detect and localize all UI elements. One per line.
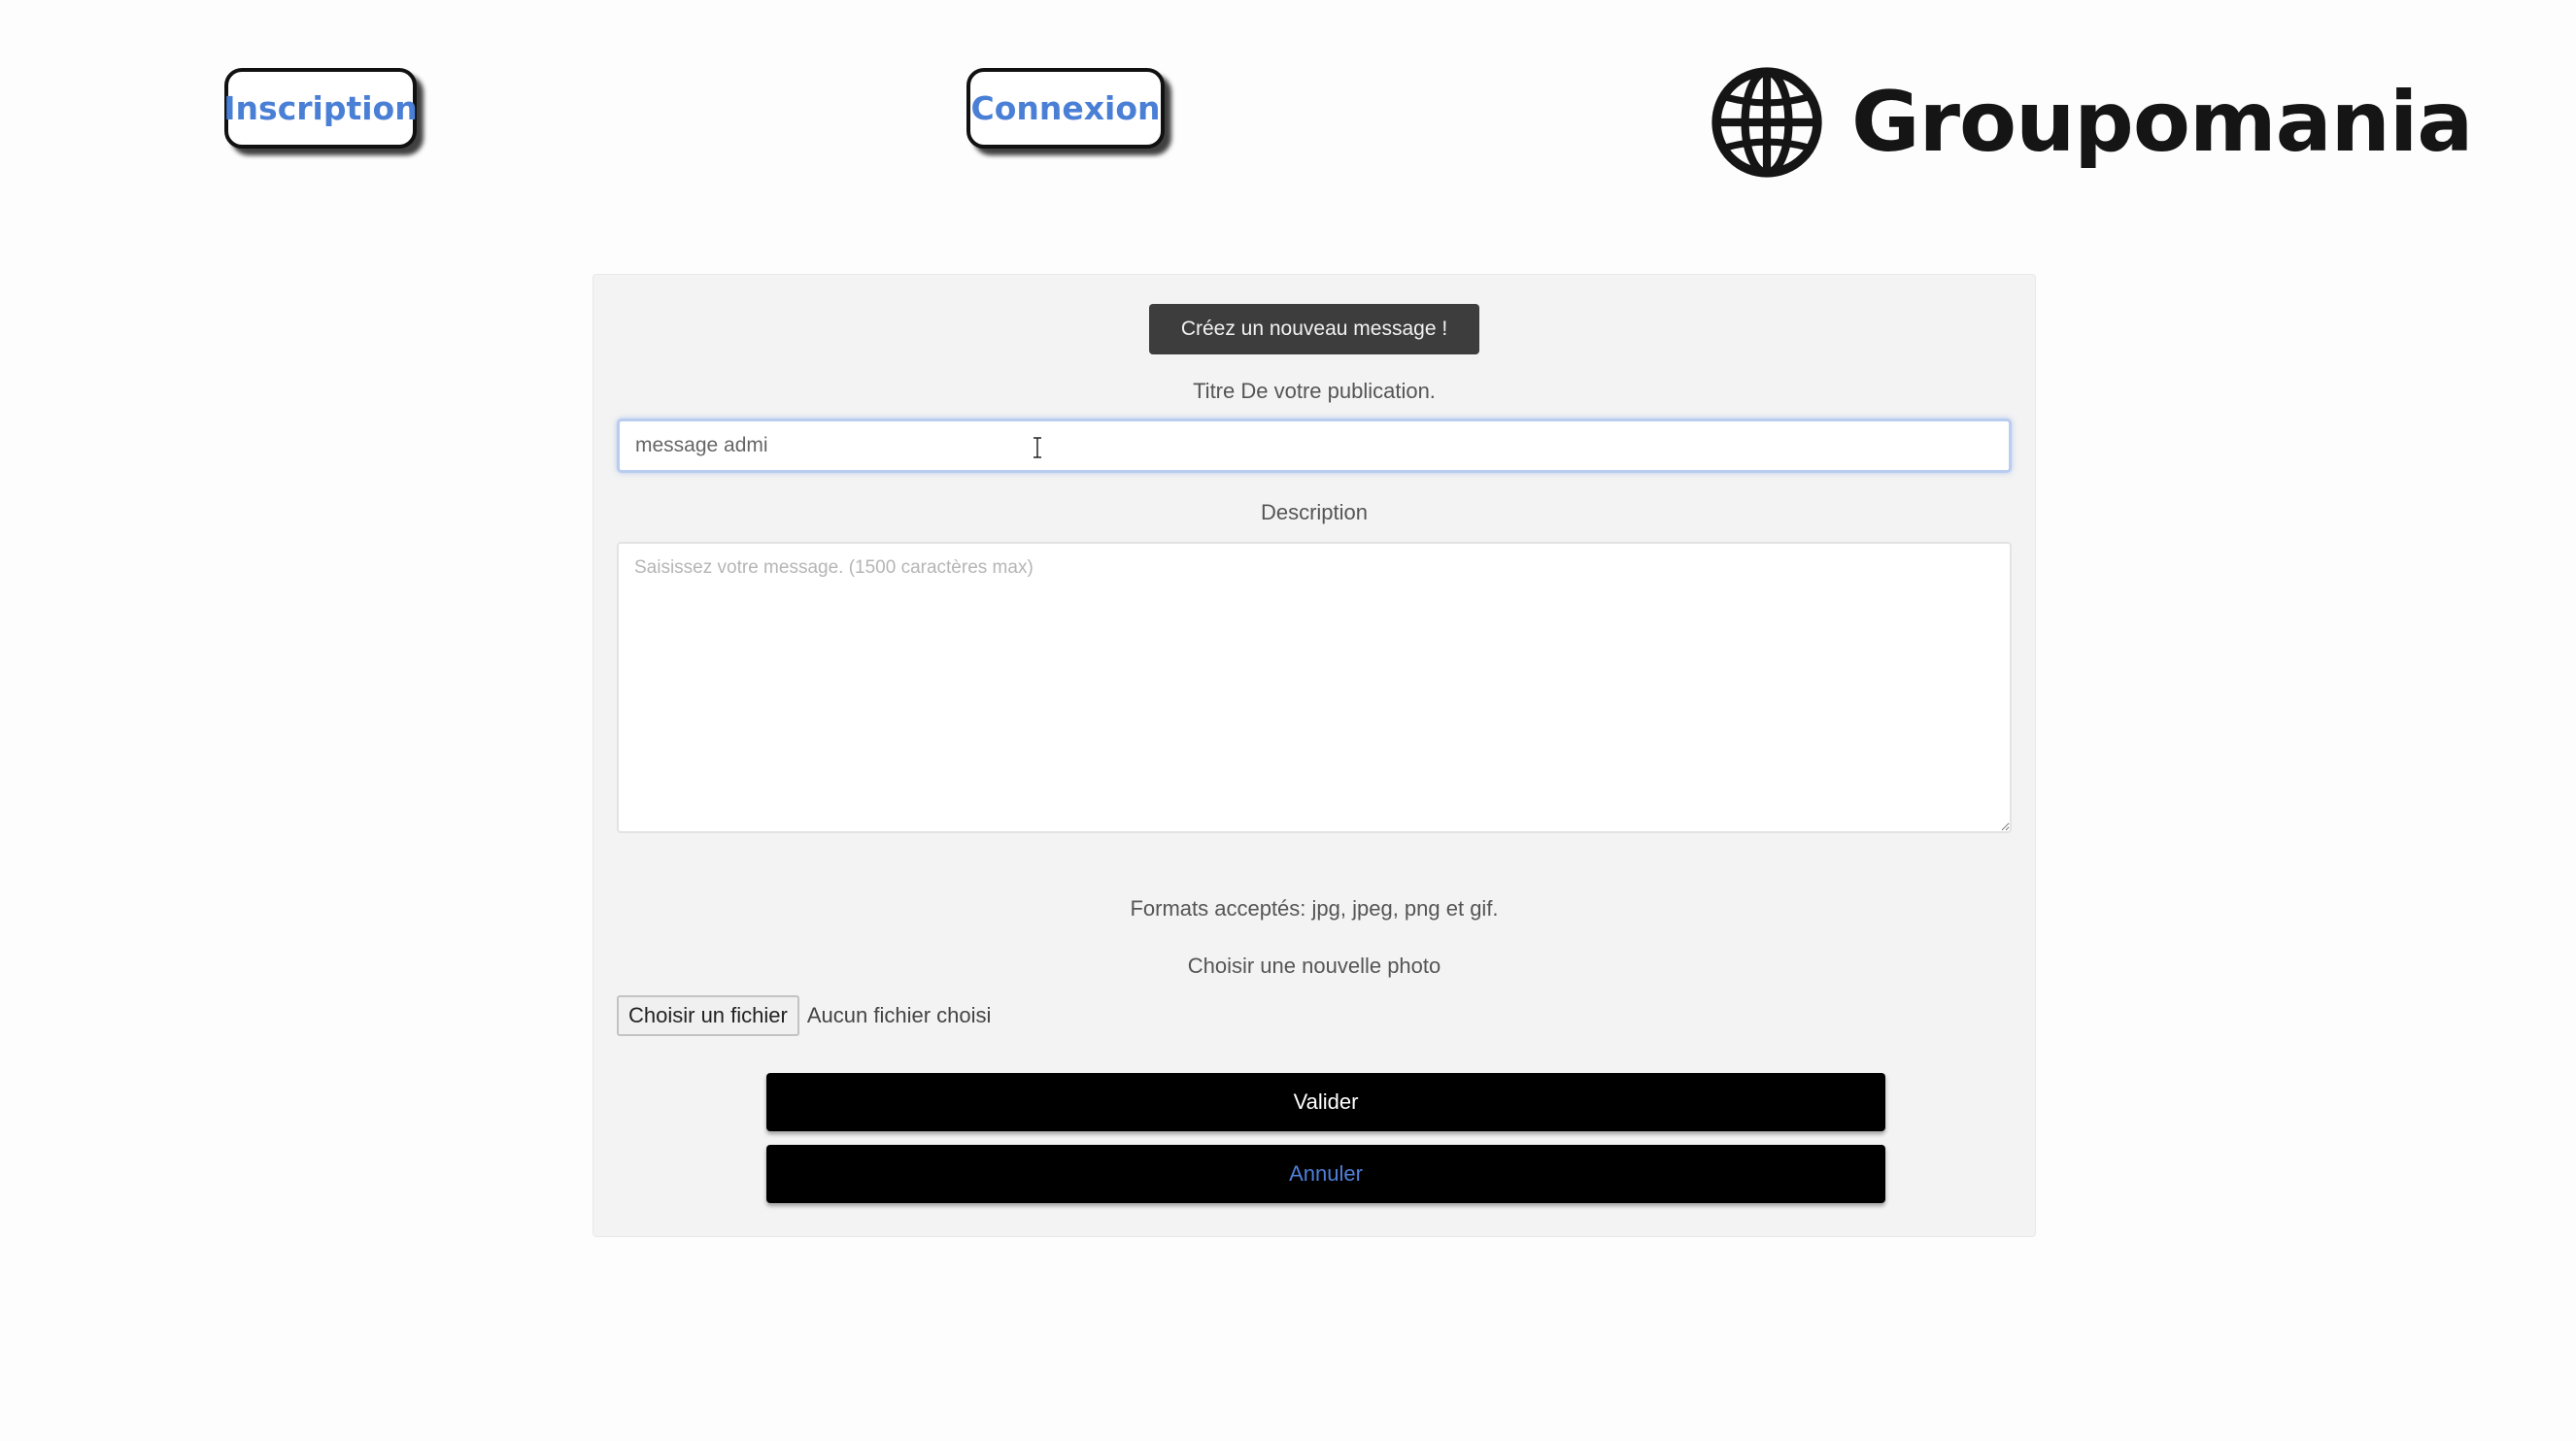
submit-button[interactable]: Valider: [766, 1073, 1885, 1131]
inscription-button[interactable]: Inscription: [223, 68, 418, 149]
description-textarea[interactable]: [617, 542, 2012, 833]
file-status: Aucun fichier choisi: [806, 1003, 992, 1027]
photo-label: Choisir une nouvelle photo: [1187, 954, 1441, 978]
globe-icon: [1712, 67, 1822, 178]
form-header-badge: Créez un nouveau message !: [1149, 304, 1479, 354]
connexion-button[interactable]: Connexion: [966, 68, 1165, 149]
file-input: Choisir un fichier Aucun fichier choisi: [617, 995, 991, 1036]
title-input[interactable]: [617, 419, 2012, 473]
description-label: Description: [1260, 500, 1369, 524]
brand-name: Groupomania: [1851, 74, 2473, 171]
choose-file-button[interactable]: Choisir un fichier: [617, 995, 799, 1036]
new-post-form: Créez un nouveau message ! Titre De votr…: [593, 274, 2036, 1237]
formats-hint: Formats acceptés: jpg, jpeg, png et gif.: [1130, 896, 1499, 921]
text-cursor-icon: [1034, 437, 1041, 458]
cancel-button[interactable]: Annuler: [766, 1145, 1885, 1203]
brand-logo: Groupomania: [1710, 64, 2473, 181]
title-label: Titre De votre publication.: [1193, 379, 1436, 403]
